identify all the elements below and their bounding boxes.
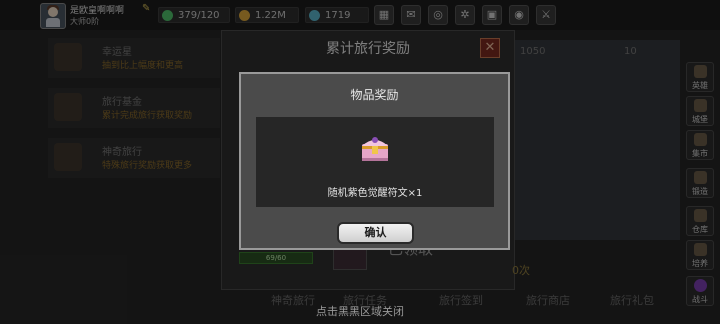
close-hint: 点击黑黑区域关闭 <box>316 305 404 318</box>
item-name: 随机紫色觉醒符文×1 <box>327 188 423 199</box>
treasure-chest-icon <box>362 137 388 161</box>
modal-title: 物品奖励 <box>350 88 399 102</box>
confirm-button[interactable]: 确认 <box>337 222 414 244</box>
